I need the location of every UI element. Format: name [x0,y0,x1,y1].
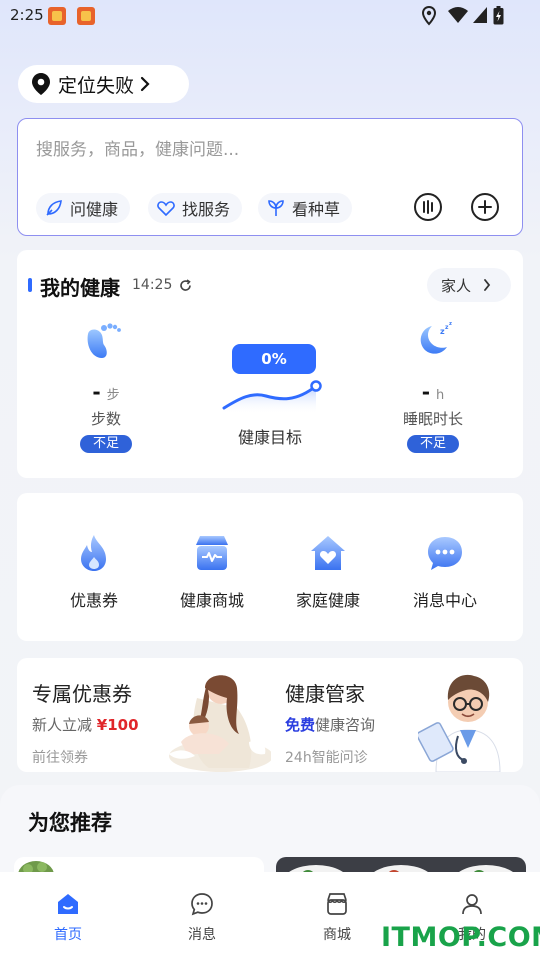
title-accent-bar [28,278,32,292]
location-label: 定位失败 [58,74,135,97]
coupon-amount: ¥100 [96,716,139,734]
signal-icon [473,7,487,23]
plus-icon [478,200,492,214]
location-selector[interactable]: 定位失败 [18,65,189,103]
voice-wave-icon [423,200,433,214]
nav-mall-label: 商城 [323,927,351,943]
search-input[interactable]: 搜服务，商品，健康问题... [36,135,239,160]
steps-status-badge: 不足 [80,435,132,453]
steps-value: - [92,380,101,404]
flame-icon [81,535,106,571]
coupon-promo-action: 前往领券 [32,750,88,766]
butler-promo-title: 健康管家 [285,682,365,706]
footprint-icon [87,323,121,358]
notification-icon [77,7,95,25]
coupon-promo-subtitle: 新人立减 ¥100 [32,714,139,735]
notification-icon [48,7,66,25]
coupon-promo[interactable]: 专属优惠券 新人立减 ¥100 前往领券 [17,658,271,772]
goal-label[interactable]: 健康目标 [230,424,310,448]
nav-home-label: 首页 [54,927,82,943]
family-health-entry[interactable]: 家庭健康 [273,533,383,611]
nav-messages-label: 消息 [188,927,216,943]
refresh-icon[interactable] [179,279,192,292]
butler-promo-suffix: 健康咨询 [315,716,376,734]
watermark-text: ITMOP.COM [381,922,540,953]
find-service-label: 找服务 [182,200,231,219]
doctor-illustration [418,674,501,772]
health-title: 我的健康 [40,276,120,300]
mall-icon [327,893,347,915]
quick-access-panel: 优惠券 健康商城 家庭健康 消息中心 [17,493,523,641]
steps-metric[interactable]: -步 步数 不足 [66,380,146,453]
message-center-label: 消息中心 [412,591,477,610]
sleep-value: - [421,380,431,404]
butler-promo-subtitle: 免费健康咨询 [285,714,375,735]
coupon-entry-label: 优惠券 [69,591,118,610]
steps-label: 步数 [90,410,121,428]
family-button[interactable]: 家人 [427,268,511,302]
browse-picks-button[interactable]: 看种草 [258,193,353,223]
goal-percent: 0% [232,344,316,374]
status-bar: 2:25 [0,0,540,32]
battery-icon [493,6,504,25]
find-service-button[interactable]: 找服务 [148,193,243,223]
sleep-status-badge: 不足 [407,435,459,453]
family-label: 家人 [441,276,472,295]
ask-health-button[interactable]: 问健康 [36,193,131,223]
voice-button[interactable] [414,193,442,221]
sleep-label: 睡眠时长 [402,410,463,428]
chevron-right-icon [140,76,150,92]
promo-panel: 专属优惠券 新人立减 ¥100 前往领券 健康管家 免费健康咨询 24h智能问诊 [17,658,523,772]
message-icon [191,893,213,916]
home-icon [58,894,78,914]
add-button[interactable] [471,193,499,221]
nav-home[interactable]: 首页 [33,892,103,944]
profile-icon [462,894,482,915]
sleep-unit: h [436,388,445,403]
health-mall-entry[interactable]: 健康商城 [157,533,267,611]
recommend-title: 为您推荐 [28,811,112,835]
health-update-time: 14:25 [132,277,173,293]
butler-promo-action: 24h智能问诊 [285,750,368,766]
status-time: 2:25 [10,6,44,24]
steps-unit: 步 [106,388,120,403]
free-highlight: 免费 [285,716,316,734]
wifi-icon [448,7,468,23]
coupon-promo-title: 专属优惠券 [32,682,132,706]
browse-picks-label: 看种草 [292,200,341,219]
family-health-label: 家庭健康 [295,591,360,610]
chat-bubble-icon [428,537,462,570]
chevron-right-icon [484,279,491,291]
map-pin-icon [32,73,50,95]
svg-text:z: z [449,321,452,327]
coupon-promo-prefix: 新人立减 [32,716,97,734]
rocket-icon [46,200,62,216]
heart-hand-icon [157,201,175,217]
coupon-entry[interactable]: 优惠券 [39,533,149,611]
ask-health-label: 问健康 [70,200,119,219]
moon-sleep-icon: z z z [420,321,452,354]
sleep-metric[interactable]: -h 睡眠时长 不足 [393,380,473,453]
message-center-entry[interactable]: 消息中心 [390,533,500,611]
store-icon [196,536,228,570]
nav-mall[interactable]: 商城 [302,892,372,944]
mother-baby-illustration [169,675,271,772]
search-panel: 搜服务，商品，健康问题... 问健康 找服务 看种草 [17,118,523,236]
goal-trend-icon [222,380,322,414]
nav-messages[interactable]: 消息 [167,892,237,944]
sprout-icon [268,200,284,216]
health-mall-label: 健康商城 [179,591,244,610]
health-butler-promo[interactable]: 健康管家 免费健康咨询 24h智能问诊 [270,658,523,772]
location-status-icon [421,6,437,26]
home-heart-icon [311,536,345,570]
